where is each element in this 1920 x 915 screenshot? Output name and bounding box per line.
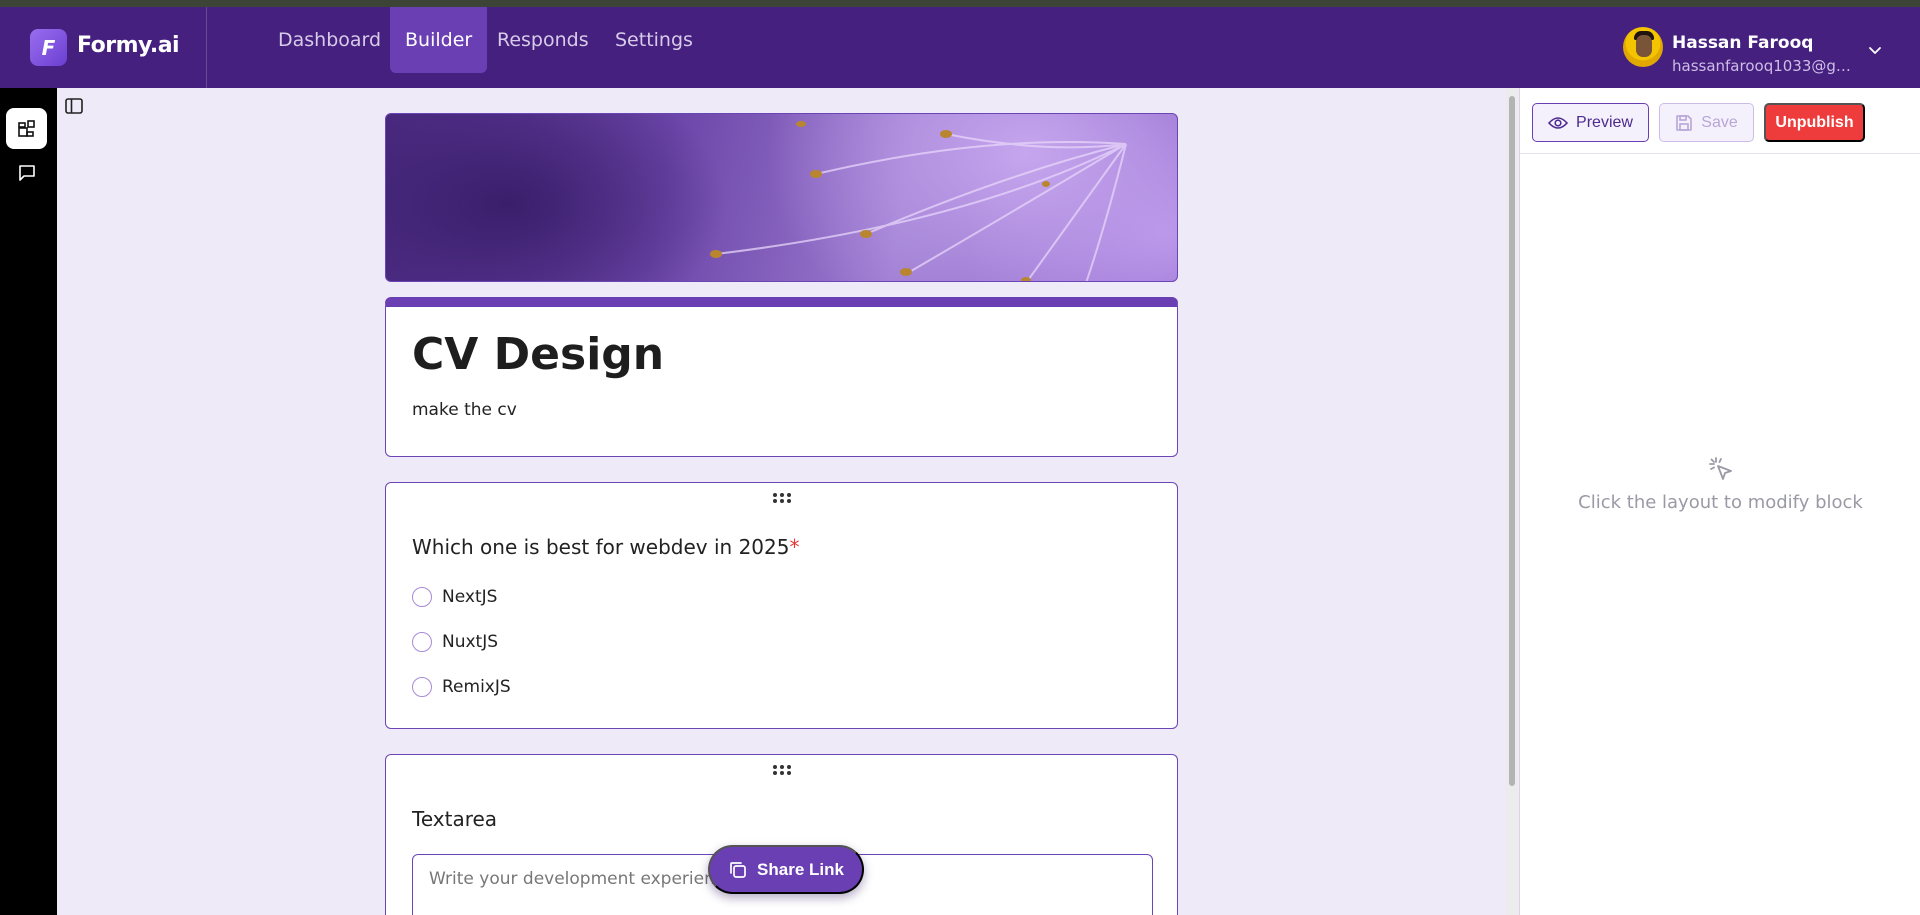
chevron-down-icon[interactable]	[1868, 43, 1882, 57]
share-link-label: Share Link	[757, 859, 844, 879]
nav-item-dashboard[interactable]: Dashboard	[263, 7, 396, 73]
drag-handle-icon[interactable]	[770, 491, 794, 505]
save-icon	[1676, 114, 1693, 131]
radio-option-nextjs[interactable]: NextJS	[412, 587, 497, 607]
canvas-scrollbar-thumb[interactable]	[1509, 96, 1515, 786]
user-avatar[interactable]	[1623, 27, 1663, 67]
app-logo-icon[interactable]: F	[30, 29, 67, 66]
empty-state-hint: Click the layout to modify block	[1578, 492, 1863, 513]
window-top-strip	[0, 0, 1920, 7]
form-title[interactable]: CV Design	[412, 329, 664, 380]
drag-handle-icon[interactable]	[770, 763, 794, 777]
chat-icon	[18, 164, 35, 181]
blocks-icon	[17, 119, 35, 137]
preview-button[interactable]: Preview	[1532, 103, 1649, 142]
sidebar-toggle-icon[interactable]	[64, 96, 84, 116]
textarea-label: Textarea	[412, 807, 498, 831]
nav-item-responds[interactable]: Responds	[482, 7, 604, 73]
copy-icon	[730, 861, 746, 878]
save-label: Save	[1701, 113, 1738, 131]
form-description[interactable]: make the cv	[412, 400, 517, 420]
question-label: Which one is best for webdev in 2025*	[412, 535, 799, 559]
user-email[interactable]: hassanfarooq1033@gmail.com	[1672, 57, 1862, 75]
comments-button[interactable]	[6, 152, 47, 193]
nav-item-builder[interactable]: Builder	[390, 7, 488, 73]
form-banner-image	[385, 113, 1178, 282]
share-link-button[interactable]: Share Link	[708, 845, 864, 894]
radio-button[interactable]	[412, 632, 432, 652]
app-name[interactable]: Formy.ai	[77, 33, 180, 58]
pointer-click-icon	[1709, 457, 1732, 480]
radio-option-label: NextJS	[442, 587, 498, 607]
textarea-placeholder: Write your development experience	[429, 869, 735, 889]
blocks-button[interactable]	[6, 108, 47, 149]
question-block-radio[interactable]: Which one is best for webdev in 2025* Ne…	[385, 482, 1178, 729]
top-navbar: F Formy.ai Dashboard Builder Responds Se…	[0, 7, 1920, 88]
panel-divider	[1520, 153, 1920, 154]
radio-button[interactable]	[412, 587, 432, 607]
nav-item-settings[interactable]: Settings	[600, 7, 708, 73]
unpublish-button[interactable]: Unpublish	[1764, 103, 1865, 142]
radio-option-label: NuxtJS	[442, 632, 499, 652]
radio-button[interactable]	[412, 677, 432, 697]
avatar-face	[1636, 35, 1652, 57]
required-asterisk: *	[789, 535, 800, 559]
preview-label: Preview	[1576, 113, 1633, 131]
properties-panel: Preview Save Unpublish Click the layout …	[1519, 88, 1920, 915]
user-name[interactable]: Hassan Farooq	[1672, 33, 1813, 53]
flower-stamens-illustration	[710, 121, 1127, 281]
left-tool-rail	[0, 88, 57, 915]
radio-option-remixjs[interactable]: RemixJS	[412, 677, 511, 697]
question-text: Which one is best for webdev in 2025	[412, 535, 790, 559]
eye-icon	[1548, 116, 1569, 129]
form-title-card[interactable]: CV Design make the cv	[385, 297, 1178, 457]
nav-divider	[206, 7, 207, 88]
radio-option-label: RemixJS	[442, 677, 511, 697]
radio-option-nuxtjs[interactable]: NuxtJS	[412, 632, 498, 652]
save-button[interactable]: Save	[1659, 103, 1754, 142]
